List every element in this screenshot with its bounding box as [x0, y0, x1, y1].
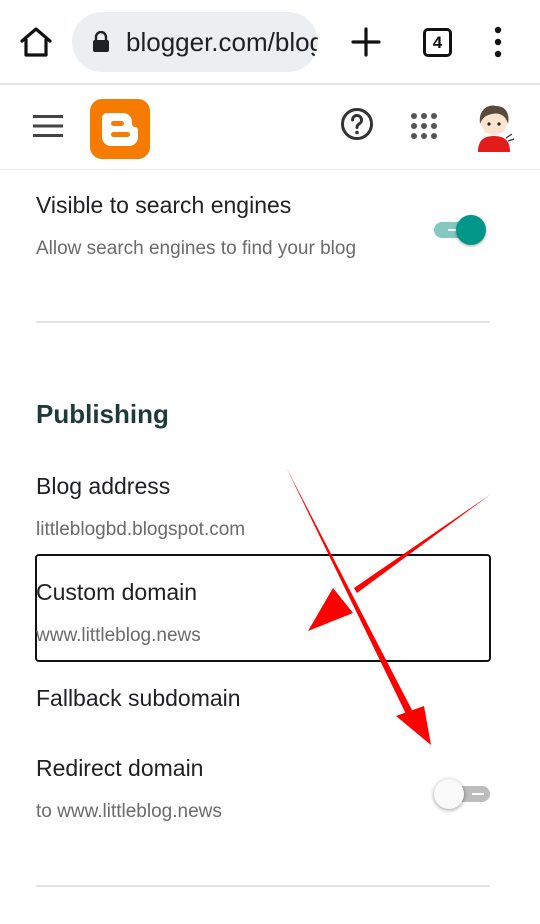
divider: [36, 885, 490, 887]
fallback-subdomain-title[interactable]: Fallback subdomain: [36, 685, 241, 712]
menu-icon[interactable]: [33, 114, 63, 138]
custom-domain-value: www.littleblog.news: [36, 625, 201, 646]
search-visibility-toggle[interactable]: [430, 210, 490, 250]
toggle-thumb: [434, 779, 464, 809]
plus-icon[interactable]: [348, 24, 384, 60]
tab-count: 4: [432, 33, 443, 52]
redirect-domain-title: Redirect domain: [36, 755, 204, 781]
toggle-thumb: [456, 215, 486, 245]
blog-address-value: littleblogbd.blogspot.com: [36, 519, 246, 540]
lock-icon: [93, 31, 109, 52]
search-visibility-subtitle: Allow search engines to find your blog: [36, 238, 357, 259]
redirect-domain-subtitle: to www.littleblog.news: [36, 801, 222, 822]
blog-address-title[interactable]: Blog address: [36, 473, 170, 500]
app-bar: [0, 87, 540, 170]
section-title-publishing: Publishing: [36, 399, 169, 429]
apps-grid-icon[interactable]: [410, 112, 438, 140]
custom-domain-title[interactable]: Custom domain: [36, 579, 197, 606]
redirect-domain-toggle[interactable]: [434, 774, 494, 814]
more-vert-icon[interactable]: [486, 24, 510, 60]
tab-switcher-icon[interactable]: 4: [423, 28, 452, 57]
browser-toolbar: blogger.com/blog 4: [0, 0, 540, 85]
address-bar[interactable]: blogger.com/blog: [72, 12, 318, 72]
divider: [36, 321, 490, 323]
blogger-logo[interactable]: [90, 99, 150, 159]
home-icon[interactable]: [18, 24, 54, 60]
avatar[interactable]: [470, 100, 518, 152]
search-visibility-title: Visible to search engines: [36, 192, 292, 218]
help-icon[interactable]: [340, 107, 374, 141]
url-text[interactable]: blogger.com/blog: [126, 27, 318, 58]
